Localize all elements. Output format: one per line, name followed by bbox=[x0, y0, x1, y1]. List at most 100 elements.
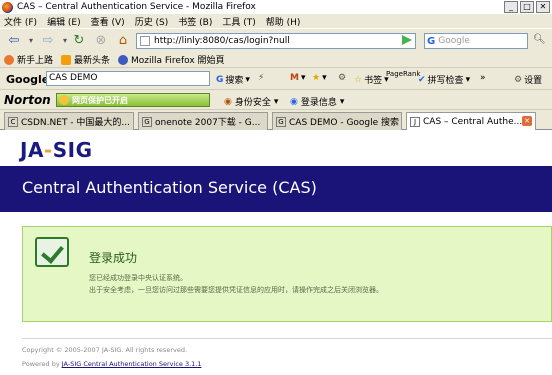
tab-csdn[interactable]: C CSDN.NET - 中国最大的... bbox=[4, 112, 134, 130]
stop-icon: ⊗ bbox=[95, 33, 107, 48]
google-bookmarks-button[interactable]: ☆ 书签 ▾ bbox=[354, 73, 389, 87]
menu-bookmarks[interactable]: 书签 (B) bbox=[178, 15, 212, 28]
chevron-down-icon: ▾ bbox=[300, 73, 306, 83]
minimize-button[interactable]: _ bbox=[504, 1, 518, 13]
google-logo[interactable]: Google bbox=[6, 73, 49, 86]
google-favicon: G bbox=[276, 116, 286, 127]
gear-icon: ⚙ bbox=[338, 73, 347, 83]
maximize-button[interactable]: □ bbox=[520, 1, 534, 13]
login-icon: ◉ bbox=[290, 96, 298, 107]
rss-icon bbox=[61, 54, 72, 65]
csdn-favicon: C bbox=[8, 116, 18, 127]
identity-icon: ◉ bbox=[224, 96, 232, 107]
reload-icon: ↻ bbox=[73, 33, 85, 48]
back-button[interactable]: ⇦ bbox=[4, 32, 24, 49]
bookmark-item[interactable]: 最新头条 bbox=[61, 53, 110, 66]
search-placeholder: Google bbox=[438, 36, 470, 46]
page-title: Central Authentication Service (CAS) bbox=[22, 178, 317, 197]
google-search-button[interactable]: G 搜索 ▾ bbox=[216, 73, 250, 87]
search-box[interactable]: G Google bbox=[424, 33, 528, 49]
check-icon bbox=[59, 95, 69, 105]
firefox-icon bbox=[4, 54, 14, 65]
tab-label: CAS – Central Authe... bbox=[423, 117, 523, 127]
tab-label: onenote 2007下载 - G... bbox=[155, 118, 261, 128]
google-news-button[interactable]: ⚡︎ bbox=[258, 73, 264, 83]
tab-label: CSDN.NET - 中国最大的... bbox=[21, 118, 130, 128]
chevron-down-icon: ▾ bbox=[273, 96, 279, 107]
bookmark-label: 新手上路 bbox=[17, 56, 54, 66]
close-window-button[interactable]: ✕ bbox=[536, 1, 550, 13]
star-icon: ★ bbox=[312, 73, 321, 83]
search-icon: 🔍︎ bbox=[533, 34, 546, 45]
url-text: http://linly:8080/cas/login?null bbox=[154, 36, 290, 46]
chevron-down-icon: ▾ bbox=[322, 73, 327, 83]
window-title: CAS – Central Authentication Service - M… bbox=[17, 2, 256, 12]
chevron-down-icon: ▾ bbox=[245, 74, 250, 85]
tab-cas-demo[interactable]: G CAS DEMO - Google 搜索 bbox=[272, 112, 402, 130]
gmail-button[interactable]: M ▾ bbox=[290, 73, 306, 83]
bookmark-label: Mozilla Firefox 開始頁 bbox=[131, 56, 225, 66]
back-arrow-icon: ⇦ bbox=[8, 33, 20, 48]
tab-cas-active[interactable]: J CAS – Central Authe... ✕ bbox=[406, 112, 536, 131]
mozilla-icon bbox=[118, 54, 129, 65]
menu-help[interactable]: 帮助 (H) bbox=[266, 15, 301, 28]
lightning-icon: ⚡︎ bbox=[258, 73, 265, 83]
norton-logo[interactable]: Norton bbox=[4, 93, 51, 107]
pagerank-indicator: PageRank bbox=[386, 70, 421, 78]
chevron-down-icon: ▾ bbox=[339, 96, 345, 107]
menu-tools[interactable]: 工具 (T) bbox=[222, 15, 255, 28]
menu-file[interactable]: 文件 (F) bbox=[4, 15, 37, 28]
menu-history[interactable]: 历史 (S) bbox=[135, 15, 169, 28]
cas-banner: Central Authentication Service (CAS) bbox=[0, 166, 552, 212]
google-g-icon: G bbox=[216, 74, 224, 85]
success-message-box: 登录成功 您已经成功登录中央认证系统。 出于安全考虑，一旦您访问过那些需要您提供… bbox=[22, 226, 552, 322]
norton-status[interactable]: 网页保护已开启 bbox=[56, 93, 210, 107]
reload-button[interactable]: ↻ bbox=[70, 32, 88, 49]
jasig-logo: JA-SIG bbox=[20, 138, 93, 162]
gear-button[interactable]: ⚙ bbox=[338, 73, 346, 83]
spellcheck-icon: ✔ bbox=[418, 74, 426, 85]
stop-button[interactable]: ⊗ bbox=[92, 32, 110, 49]
forward-button[interactable]: ⇨ bbox=[38, 32, 58, 49]
more-button[interactable]: » bbox=[480, 73, 486, 83]
norton-toolbar: Norton 网页保护已开启 ◉ 身份安全 ▾ ◉ 登录信息 ▾ bbox=[0, 90, 552, 110]
identity-safe-button[interactable]: ◉ 身份安全 ▾ bbox=[224, 95, 279, 109]
site-header: JA-SIG bbox=[0, 130, 552, 162]
footer-divider bbox=[22, 338, 552, 339]
close-tab-icon[interactable]: ✕ bbox=[522, 116, 532, 126]
back-history-dropdown[interactable]: ▾ bbox=[26, 32, 36, 49]
tab-onenote[interactable]: G onenote 2007下载 - G... bbox=[138, 112, 268, 130]
search-go-button[interactable]: 🔍︎ bbox=[533, 34, 546, 45]
checkmark-icon bbox=[35, 237, 69, 267]
bookmarks-icon: ☆ bbox=[354, 74, 363, 85]
settings-icon: ⚙ bbox=[514, 74, 523, 85]
chevron-down-icon: ▾ bbox=[62, 36, 67, 45]
chevron-down-icon: ▾ bbox=[465, 74, 471, 85]
home-icon: ⌂ bbox=[118, 33, 128, 48]
search-engine-icon[interactable]: G bbox=[427, 36, 435, 47]
home-button[interactable]: ⌂ bbox=[114, 32, 132, 49]
menu-bar: 文件 (F) 编辑 (E) 查看 (V) 历史 (S) 书签 (B) 工具 (T… bbox=[0, 14, 552, 28]
star-button[interactable]: ★ ▾ bbox=[312, 73, 327, 83]
forward-history-dropdown[interactable]: ▾ bbox=[60, 32, 70, 49]
success-title: 登录成功 bbox=[89, 251, 138, 265]
spellcheck-button[interactable]: ✔ 拼写检查 ▾ bbox=[418, 73, 471, 87]
jasig-cas-link[interactable]: JA-SIG Central Authentication Service 3.… bbox=[62, 360, 202, 368]
bookmark-item[interactable]: 新手上路 bbox=[4, 53, 53, 66]
google-settings-button[interactable]: ⚙ 设置 bbox=[514, 73, 542, 87]
address-bar[interactable]: http://linly:8080/cas/login?null bbox=[136, 33, 416, 49]
powered-by: Powered by JA-SIG Central Authentication… bbox=[22, 360, 202, 368]
google-toolbar: Google CAS DEMO G 搜索 ▾ ⚡︎ M ▾ ★ ▾ ⚙ ☆ 书签 ▾ P… bbox=[0, 68, 552, 90]
norton-status-text: 网页保护已开启 bbox=[72, 95, 128, 105]
google-search-input[interactable]: CAS DEMO bbox=[46, 71, 210, 86]
title-bar: CAS – Central Authentication Service - M… bbox=[0, 0, 552, 14]
menu-edit[interactable]: 编辑 (E) bbox=[47, 15, 81, 28]
tab-strip: C CSDN.NET - 中国最大的... G onenote 2007下载 -… bbox=[0, 110, 552, 131]
menu-view[interactable]: 查看 (V) bbox=[91, 15, 125, 28]
page-icon bbox=[140, 36, 150, 46]
bookmark-item[interactable]: Mozilla Firefox 開始頁 bbox=[118, 53, 225, 66]
login-info-button[interactable]: ◉ 登录信息 ▾ bbox=[290, 95, 345, 109]
firefox-icon bbox=[2, 1, 13, 13]
bookmarks-toolbar: 新手上路 最新头条 Mozilla Firefox 開始頁 bbox=[0, 52, 552, 68]
success-message: 您已经成功登录中央认证系统。 bbox=[89, 274, 187, 282]
